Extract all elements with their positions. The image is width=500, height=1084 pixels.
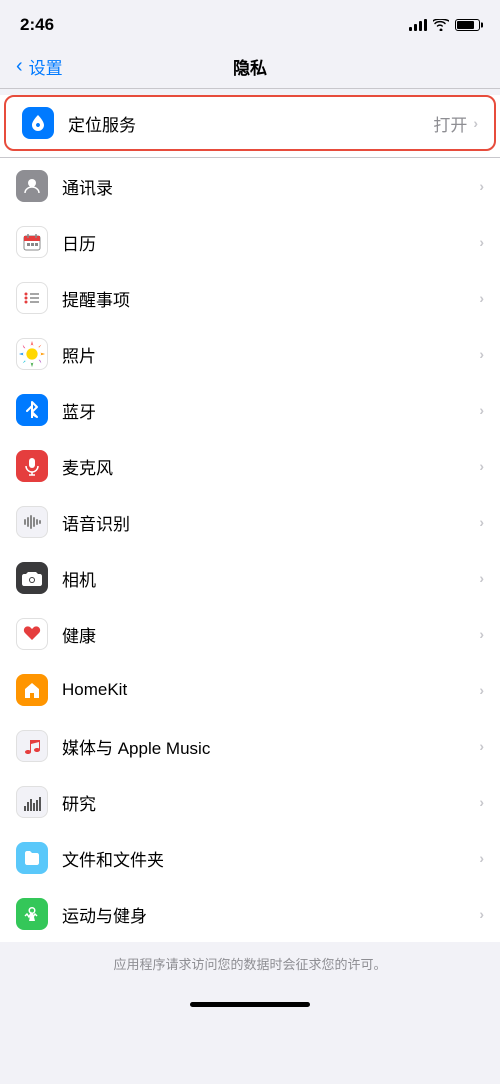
contacts-chevron-icon: › <box>479 178 484 194</box>
status-icons <box>409 19 480 31</box>
microphone-icon <box>16 450 48 482</box>
page-title: 隐私 <box>233 54 267 79</box>
list-item-media[interactable]: 媒体与 Apple Music › <box>0 718 500 774</box>
media-label: 媒体与 Apple Music <box>62 734 479 759</box>
fitness-icon <box>16 898 48 930</box>
status-bar: 2:46 <box>0 0 500 44</box>
fitness-chevron-icon: › <box>479 906 484 922</box>
microphone-label: 麦克风 <box>62 454 479 479</box>
research-chevron-icon: › <box>479 794 484 810</box>
home-indicator <box>190 1002 310 1007</box>
battery-icon <box>455 19 480 31</box>
homekit-label: HomeKit <box>62 680 479 700</box>
list-item-microphone[interactable]: 麦克风 › <box>0 438 500 494</box>
bluetooth-icon <box>16 394 48 426</box>
back-label: 设置 <box>29 54 63 79</box>
location-value: 打开 <box>433 111 467 136</box>
contacts-icon <box>16 170 48 202</box>
contacts-label: 通讯录 <box>62 174 479 199</box>
footer-text: 应用程序请求访问您的数据时会征求您的许可。 <box>0 942 500 979</box>
speech-icon <box>16 506 48 538</box>
calendar-chevron-icon: › <box>479 234 484 250</box>
reminders-chevron-icon: › <box>479 290 484 306</box>
list-item-fitness[interactable]: 运动与健身 › <box>0 886 500 942</box>
list-item-files[interactable]: 文件和文件夹 › <box>0 830 500 886</box>
list-item-bluetooth[interactable]: 蓝牙 › <box>0 382 500 438</box>
homekit-chevron-icon: › <box>479 682 484 698</box>
camera-icon <box>16 562 48 594</box>
nav-bar: ‹ 设置 隐私 <box>0 44 500 88</box>
nav-divider <box>0 88 500 89</box>
list-item-research[interactable]: 研究 › <box>0 774 500 830</box>
status-time: 2:46 <box>20 15 54 35</box>
photos-label: 照片 <box>62 342 479 367</box>
location-chevron-icon: › <box>473 115 478 131</box>
signal-icon <box>409 19 427 31</box>
calendar-label: 日历 <box>62 230 479 255</box>
list-item-contacts[interactable]: 通讯录 › <box>0 158 500 214</box>
back-chevron-icon: ‹ <box>16 56 23 76</box>
bottom-bar <box>0 979 500 1013</box>
health-label: 健康 <box>62 622 479 647</box>
list-item-speech[interactable]: 语音识别 › <box>0 494 500 550</box>
photos-chevron-icon: › <box>479 346 484 362</box>
health-icon <box>16 618 48 650</box>
microphone-chevron-icon: › <box>479 458 484 474</box>
photos-icon <box>16 338 48 370</box>
list-item-health[interactable]: 健康 › <box>0 606 500 662</box>
list-item-reminders[interactable]: 提醒事项 › <box>0 270 500 326</box>
calendar-icon <box>16 226 48 258</box>
media-chevron-icon: › <box>479 738 484 754</box>
homekit-icon <box>16 674 48 706</box>
location-label: 定位服务 <box>68 111 433 136</box>
files-label: 文件和文件夹 <box>62 846 479 871</box>
speech-chevron-icon: › <box>479 514 484 530</box>
list-item-calendar[interactable]: 日历 › <box>0 214 500 270</box>
location-icon <box>22 107 54 139</box>
wifi-icon <box>433 19 449 31</box>
reminders-icon <box>16 282 48 314</box>
list-item-photos[interactable]: 照片 › <box>0 326 500 382</box>
bluetooth-chevron-icon: › <box>479 402 484 418</box>
settings-list: 定位服务 打开 › 通讯录 › 日历 › <box>0 95 500 942</box>
research-label: 研究 <box>62 790 479 815</box>
list-item-homekit[interactable]: HomeKit › <box>0 662 500 718</box>
camera-label: 相机 <box>62 566 479 591</box>
research-icon <box>16 786 48 818</box>
media-icon <box>16 730 48 762</box>
back-button[interactable]: ‹ 设置 <box>16 54 63 79</box>
speech-label: 语音识别 <box>62 510 479 535</box>
list-item-location[interactable]: 定位服务 打开 › <box>4 95 496 151</box>
health-chevron-icon: › <box>479 626 484 642</box>
files-chevron-icon: › <box>479 850 484 866</box>
files-icon <box>16 842 48 874</box>
list-item-camera[interactable]: 相机 › <box>0 550 500 606</box>
reminders-label: 提醒事项 <box>62 286 479 311</box>
fitness-label: 运动与健身 <box>62 902 479 927</box>
camera-chevron-icon: › <box>479 570 484 586</box>
bluetooth-label: 蓝牙 <box>62 398 479 423</box>
